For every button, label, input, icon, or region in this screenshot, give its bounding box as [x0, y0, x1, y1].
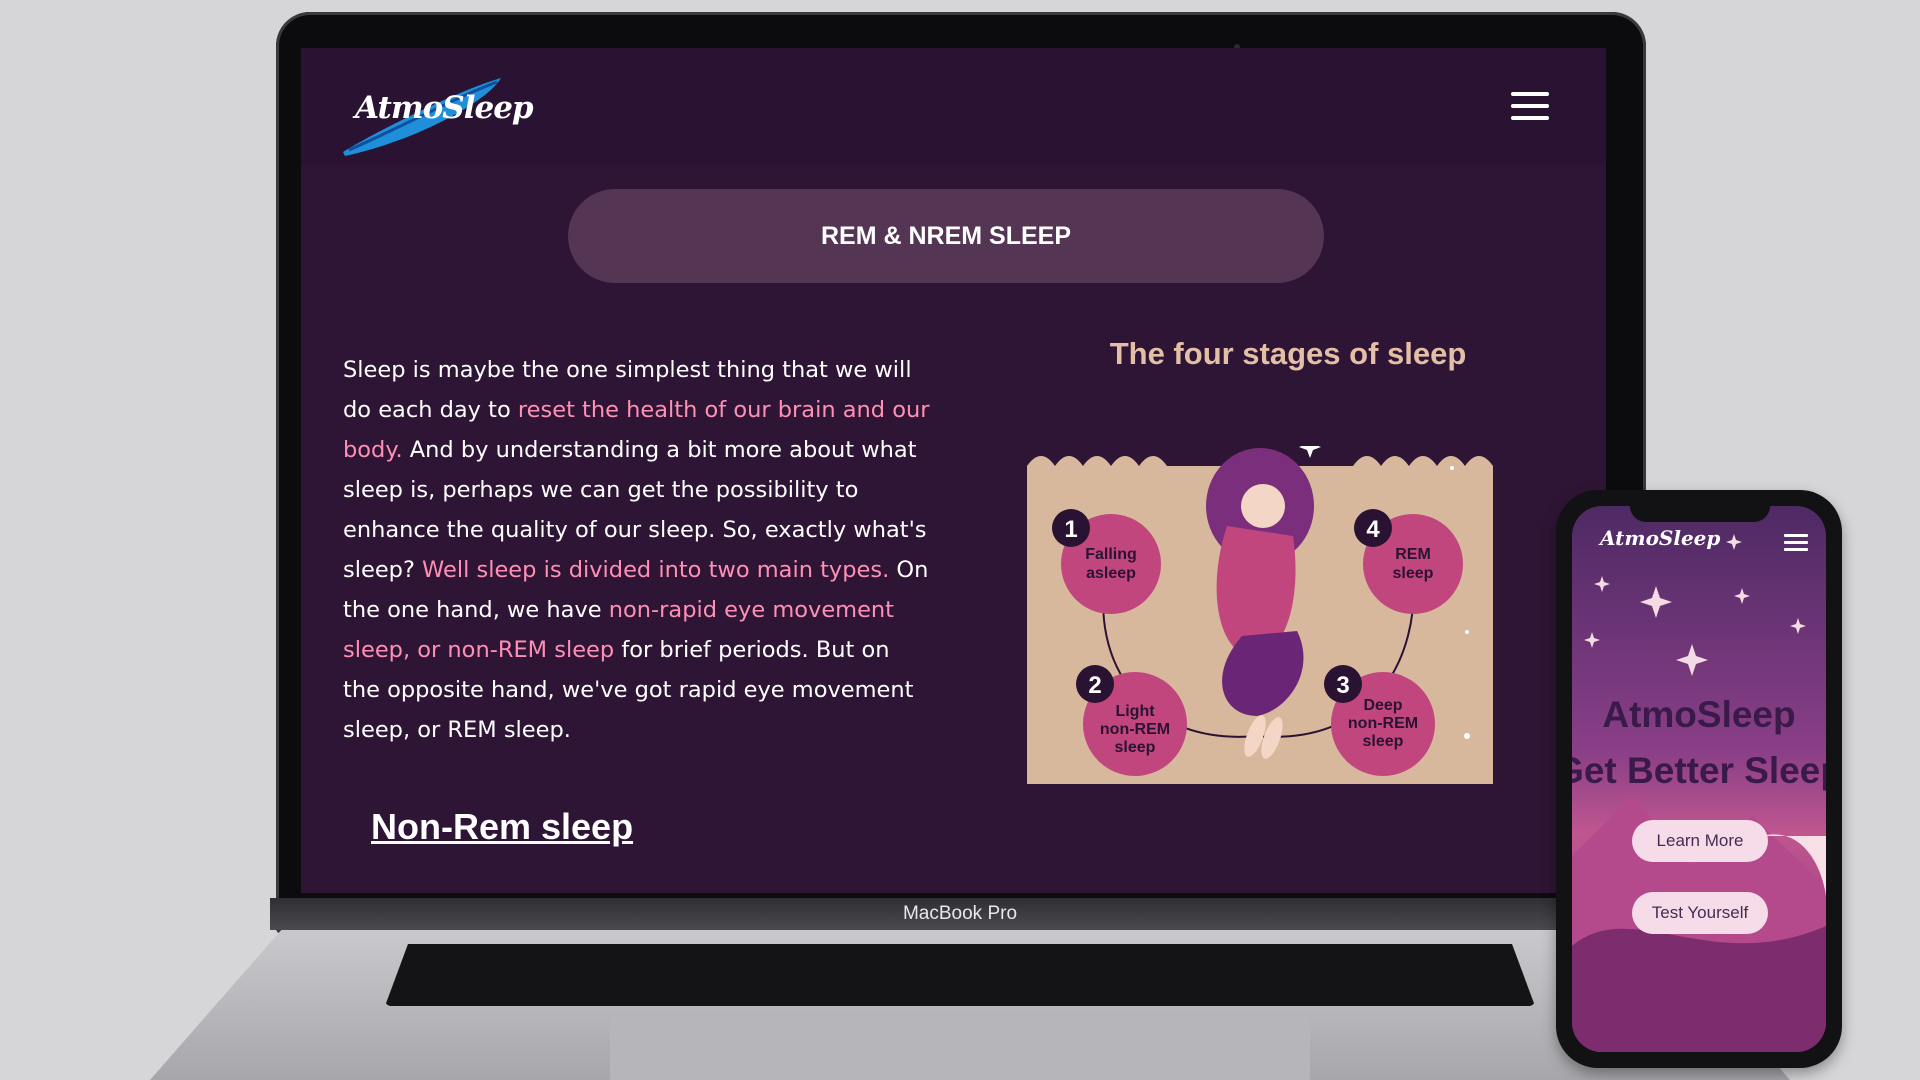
phone-logo[interactable]: AtmoSleep: [1600, 526, 1720, 550]
stage-4-label: REM: [1395, 546, 1431, 563]
stage-3-label: sleep: [1363, 733, 1404, 750]
stage-3-number: 3: [1336, 672, 1349, 699]
infographic-title: The four stages of sleep: [1109, 336, 1467, 371]
laptop-label: MacBook Pro: [270, 898, 1650, 930]
stage-3-label: non-REM: [1348, 715, 1418, 732]
laptop-keyboard: [385, 944, 1535, 1006]
stage-1-number: 1: [1064, 516, 1077, 543]
phone-screen: AtmoSleep AtmoSleep Get Better Sleep Lea…: [1572, 506, 1826, 1052]
menu-hamburger-icon[interactable]: [1511, 92, 1549, 122]
logo-text: AtmoSleep: [355, 90, 534, 126]
stage-2-label: sleep: [1115, 739, 1156, 756]
laptop-trackpad: [610, 1015, 1310, 1080]
phone-menu-hamburger-icon[interactable]: [1784, 534, 1808, 552]
site-header: AtmoSleep: [301, 48, 1606, 164]
phone-hero-title: AtmoSleep: [1602, 694, 1796, 735]
non-rem-heading-link[interactable]: Non-Rem sleep: [371, 806, 633, 848]
sleep-stages-infographic: 1 2 3 4 Falling asleep Light non-REM sle…: [1027, 446, 1493, 784]
stage-4-label: sleep: [1393, 565, 1434, 582]
stage-4-number: 4: [1366, 516, 1380, 543]
stage-1-label: Falling: [1085, 546, 1137, 563]
website-screen: AtmoSleep REM & NREM SLEEP Sleep is mayb…: [301, 48, 1606, 893]
phone-notch: [1630, 500, 1770, 522]
test-yourself-button[interactable]: Test Yourself: [1632, 892, 1768, 934]
site-logo[interactable]: AtmoSleep: [339, 70, 534, 160]
section-pill: REM & NREM SLEEP: [568, 189, 1324, 283]
highlighted-text: Well sleep is divided into two main type…: [422, 557, 890, 583]
stage-2-number: 2: [1088, 672, 1101, 699]
intro-paragraph: Sleep is maybe the one simplest thing th…: [343, 350, 933, 750]
stage-3-label: Deep: [1363, 697, 1402, 714]
stage-2-label: Light: [1115, 703, 1155, 720]
stage-1-label: asleep: [1086, 565, 1136, 582]
stage-2-label: non-REM: [1100, 721, 1170, 738]
learn-more-button[interactable]: Learn More: [1632, 820, 1768, 862]
phone-hero-subtitle: Get Better Sleep: [1572, 750, 1826, 791]
